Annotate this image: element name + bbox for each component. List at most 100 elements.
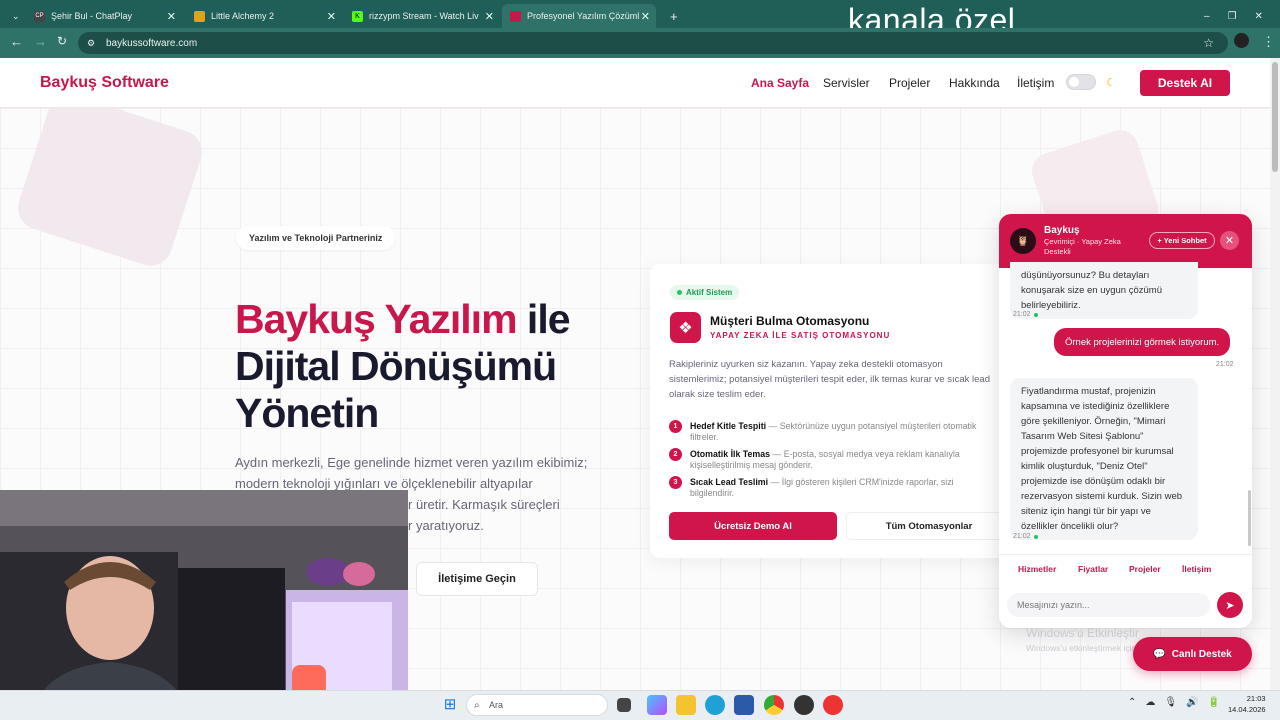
hero-description-tail: r yaratıyoruz. [408,518,484,533]
page-scroll-thumb[interactable] [1272,62,1278,172]
feature-item: 3 Sıcak Lead Teslimi — İlgi gösteren kişi… [669,476,999,499]
chat-message-input[interactable]: Mesajınızı yazın... [1007,593,1210,617]
close-tab-icon[interactable]: ✕ [167,10,176,23]
status-dot [1033,312,1038,317]
user-message: Örnek projelerinizi görmek istiyorum. [1054,328,1231,356]
webcam-image [0,490,408,720]
site-info-icon[interactable]: ⚙ [87,38,95,49]
taskbar-search[interactable]: ⌕ Ara [466,694,608,716]
clock-date: 14.04.2026 [1228,705,1266,714]
kick-favicon: K [352,10,363,22]
tab-title: Şehir Bul - ChatPlay [51,11,133,21]
chrome-icon[interactable] [764,695,784,715]
free-demo-button[interactable]: Ücretsiz Demo Al [669,512,837,540]
feature-number: 3 [669,476,682,489]
quick-reply-projects[interactable]: Projeler [1129,564,1161,574]
maximize-icon[interactable]: ❐ [1228,11,1237,22]
taskbar-clock[interactable]: 21:03 14.04.2026 [1228,693,1266,715]
tab-list-button[interactable]: ⌄ [4,4,22,28]
quick-reply-prices[interactable]: Fiyatlar [1078,564,1108,574]
windows-activation-watermark: Windows'u Etkinleştir [1026,626,1139,640]
theme-toggle[interactable] [1066,74,1096,90]
nav-link-about[interactable]: Hakkında [949,76,1000,90]
message-timestamp: 21:02 [1013,311,1031,318]
chat-bot-name: Baykuş [1044,225,1080,236]
quick-reply-contact[interactable]: İletişim [1182,564,1211,574]
alchemy-favicon: LA [194,10,205,22]
edge-icon[interactable] [705,695,725,715]
system-tray-icons[interactable]: ⌃☁🎙🔊🔋 [1128,697,1229,708]
message-time: 21:02 [1013,533,1038,540]
chat-scrollbar[interactable] [1248,490,1251,546]
browser-tab-bar: ⌄ CP Şehir Bul - ChatPlay ✕ LA Little Al… [0,0,1280,28]
back-arrow-icon[interactable]: ← [10,34,23,49]
site-logo[interactable]: Baykuş Software [40,74,169,92]
close-tab-icon[interactable]: ✕ [327,10,336,23]
obs-icon[interactable] [794,695,814,715]
destek-ai-button[interactable]: Destek AI [1140,70,1230,96]
profile-avatar[interactable] [1234,33,1249,48]
live-support-label: Canlı Destek [1171,648,1232,660]
reload-icon[interactable]: ↻ [57,34,67,48]
card-description: Rakipleriniz uyurken siz kazanın. Yapay … [669,359,991,400]
tab-title: Profesyonel Yazılım Çözümleri | [527,11,639,21]
close-tab-icon[interactable]: ✕ [641,10,650,23]
feature-text: Hedef Kitle Tespiti — Sektörünüze uygun … [690,421,999,443]
file-explorer-icon[interactable] [676,695,696,715]
status-dot [677,290,682,295]
quick-reply-services[interactable]: Hizmetler [1018,564,1056,574]
message-timestamp: 21:02 [1013,533,1031,540]
live-support-button[interactable]: 💬 Canlı Destek [1133,637,1252,671]
close-window-icon[interactable]: ✕ [1255,11,1263,22]
close-tab-icon[interactable]: ✕ [485,10,494,23]
tab-kick-stream[interactable]: K rizzypm Stream - Watch Live on ✕ [344,4,500,28]
store-icon[interactable] [734,695,754,715]
feature-title: Sıcak Lead Teslimi [690,477,769,487]
bookmark-star-icon[interactable]: ☆ [1203,36,1214,50]
layers-icon: ❖ [670,312,701,343]
tab-baykus[interactable]: B Profesyonel Yazılım Çözümleri | ✕ [502,4,656,28]
close-chat-icon[interactable]: ✕ [1220,231,1239,250]
nav-link-contact[interactable]: İletişim [1017,76,1054,90]
feature-text: Sıcak Lead Teslimi — İlgi gösteren kişil… [690,477,999,499]
nav-link-services[interactable]: Servisler [823,76,870,90]
tab-little-alchemy[interactable]: LA Little Alchemy 2 ✕ [186,4,342,28]
new-chat-button[interactable]: + Yeni Sohbet [1149,232,1215,249]
windows-start-icon[interactable]: ⊞ [440,695,460,715]
search-icon: ⌕ [474,699,480,711]
owl-avatar: 🦉 [1010,228,1036,254]
card-title: Müşteri Bulma Otomasyonu [710,314,870,328]
chat-bubble-icon: 💬 [1153,648,1166,660]
minimize-icon[interactable]: – [1204,11,1210,22]
app-icon[interactable] [823,695,843,715]
hero-tagline: Yazılım ve Teknoloji Partneriniz [236,226,396,250]
feature-number: 2 [669,448,682,461]
bot-message: Fiyatlandırma mustaf, projenizin kapsamı… [1010,378,1198,540]
chatplay-favicon: CP [34,10,45,22]
status-badge: Aktif Sistem [670,285,740,300]
address-bar: ← → ↻ ⚙ baykussoftware.com ☆ ⋮ [0,28,1280,58]
feature-item: 1 Hedef Kitle Tespiti — Sektörünüze uygun… [669,420,999,443]
new-tab-button[interactable]: + [662,4,682,28]
divider [999,554,1252,555]
task-view-icon[interactable] [617,698,631,712]
nav-link-projects[interactable]: Projeler [889,76,930,90]
webcam-overlay [0,490,408,720]
bot-message: düşünüyorsunuz? Bu detayları konuşarak s… [1010,262,1198,319]
forward-arrow-icon[interactable]: → [34,34,47,49]
feature-number: 1 [669,420,682,433]
tab-chatplay[interactable]: CP Şehir Bul - ChatPlay ✕ [26,4,182,28]
copilot-icon[interactable] [647,695,667,715]
nav-link-home[interactable]: Ana Sayfa [751,76,809,90]
message-time: 21:02 [1216,361,1234,368]
contact-button[interactable]: İletişime Geçin [416,562,538,596]
clock-time: 21:03 [1246,694,1266,703]
moon-icon: ☾ [1106,77,1116,89]
tab-title: Little Alchemy 2 [211,11,275,21]
menu-dots-icon[interactable]: ⋮ [1262,34,1275,50]
send-icon[interactable]: ➤ [1217,592,1243,618]
hero-title-highlight: Baykuş Yazılım [235,296,518,342]
all-automations-button[interactable]: Tüm Otomasyonlar [846,512,1012,540]
url-field[interactable]: ⚙ baykussoftware.com ☆ [78,32,1228,54]
feature-title: Hedef Kitle Tespiti [690,421,767,431]
